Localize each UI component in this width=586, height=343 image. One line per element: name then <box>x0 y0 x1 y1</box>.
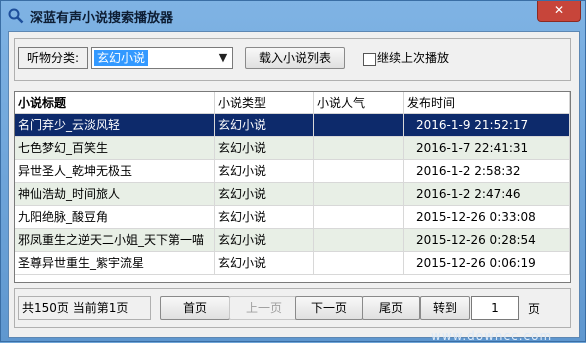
continue-checkbox-label[interactable]: 继续上次播放 <box>377 49 449 66</box>
cell-type: 玄幻小说 <box>215 114 314 136</box>
cell-type: 玄幻小说 <box>215 252 314 274</box>
cell-time: 2016-1-2 2:58:32 <box>404 160 570 182</box>
table-row[interactable]: 神仙浩劫_时间旅人 玄幻小说 2016-1-2 2:47:46 <box>15 183 570 206</box>
cell-title: 九阳绝脉_酸豆角 <box>15 206 215 228</box>
cell-time: 2016-1-9 21:52:17 <box>404 114 570 136</box>
goto-button[interactable]: 转到 <box>420 296 470 320</box>
watermark: www.downcc.com <box>431 329 553 343</box>
cell-type: 玄幻小说 <box>215 137 314 159</box>
cell-type: 玄幻小说 <box>215 160 314 182</box>
cell-time: 2015-12-26 0:28:54 <box>404 229 570 251</box>
cell-title: 圣尊异世重生_紫宇流星 <box>15 252 215 274</box>
cell-popularity <box>314 252 404 274</box>
last-page-button[interactable]: 尾页 <box>362 296 420 320</box>
cell-title: 异世圣人_乾坤无极玉 <box>15 160 215 182</box>
chevron-down-icon[interactable]: ▼ <box>215 49 231 67</box>
cell-type: 玄幻小说 <box>215 183 314 205</box>
table-row[interactable]: 九阳绝脉_酸豆角 玄幻小说 2015-12-26 0:33:08 <box>15 206 570 229</box>
load-list-button[interactable]: 载入小说列表 <box>245 47 345 69</box>
close-button[interactable]: ✕ <box>537 1 581 22</box>
cell-title: 七色梦幻_百笑生 <box>15 137 215 159</box>
cell-title: 邪凤重生之逆天二小姐_天下第一喵 <box>15 229 215 251</box>
page-number-input[interactable]: 1 <box>471 296 519 320</box>
app-icon <box>8 8 24 24</box>
cell-time: 2016-1-7 22:41:31 <box>404 137 570 159</box>
page-suffix-label: 页 <box>528 302 541 316</box>
header-popularity[interactable]: 小说人气 <box>314 92 404 114</box>
table-row[interactable]: 邪凤重生之逆天二小姐_天下第一喵 玄幻小说 2015-12-26 0:28:54 <box>15 229 570 252</box>
page-info: 共150页 当前第1页 <box>18 296 151 320</box>
first-page-button[interactable]: 首页 <box>160 296 230 320</box>
next-page-button[interactable]: 下一页 <box>295 296 363 320</box>
table-row[interactable]: 名门弃少_云淡风轻 玄幻小说 2016-1-9 21:52:17 <box>15 114 570 137</box>
header-title[interactable]: 小说标题 <box>15 92 215 114</box>
window-title: 深蓝有声小说搜索播放器 <box>30 11 174 26</box>
cell-type: 玄幻小说 <box>215 229 314 251</box>
table-row[interactable]: 七色梦幻_百笑生 玄幻小说 2016-1-7 22:41:31 <box>15 137 570 160</box>
cell-popularity <box>314 183 404 205</box>
cell-popularity <box>314 206 404 228</box>
cell-time: 2015-12-26 0:06:19 <box>404 252 570 274</box>
cell-popularity <box>314 160 404 182</box>
cell-popularity <box>314 229 404 251</box>
continue-checkbox[interactable] <box>363 53 376 66</box>
cell-title: 神仙浩劫_时间旅人 <box>15 183 215 205</box>
prev-page-button[interactable]: 上一页 <box>229 296 299 320</box>
title-bar: 深蓝有声小说搜索播放器 ✕ <box>1 1 585 31</box>
table-row[interactable]: 圣尊异世重生_紫宇流星 玄幻小说 2015-12-26 0:06:19 <box>15 252 570 275</box>
cell-popularity <box>314 137 404 159</box>
header-time[interactable]: 发布时间 <box>404 92 570 114</box>
cell-title: 名门弃少_云淡风轻 <box>15 114 215 136</box>
cell-popularity <box>314 114 404 136</box>
cell-time: 2016-1-2 2:47:46 <box>404 183 570 205</box>
header-type[interactable]: 小说类型 <box>215 92 314 114</box>
novel-table: 小说标题 小说类型 小说人气 发布时间 名门弃少_云淡风轻 玄幻小说 2016-1-… <box>14 91 571 283</box>
category-select-value: 玄幻小说 <box>94 50 149 66</box>
table-row[interactable]: 异世圣人_乾坤无极玉 玄幻小说 2016-1-2 2:58:32 <box>15 160 570 183</box>
cell-type: 玄幻小说 <box>215 206 314 228</box>
category-label: 听物分类: <box>18 47 88 69</box>
app-window: 深蓝有声小说搜索播放器 ✕ 听物分类: 玄幻小说 ▼ 载入小说列表 继续上次播放… <box>0 0 586 343</box>
category-select[interactable]: 玄幻小说 ▼ <box>91 47 233 69</box>
cell-time: 2015-12-26 0:33:08 <box>404 206 570 228</box>
